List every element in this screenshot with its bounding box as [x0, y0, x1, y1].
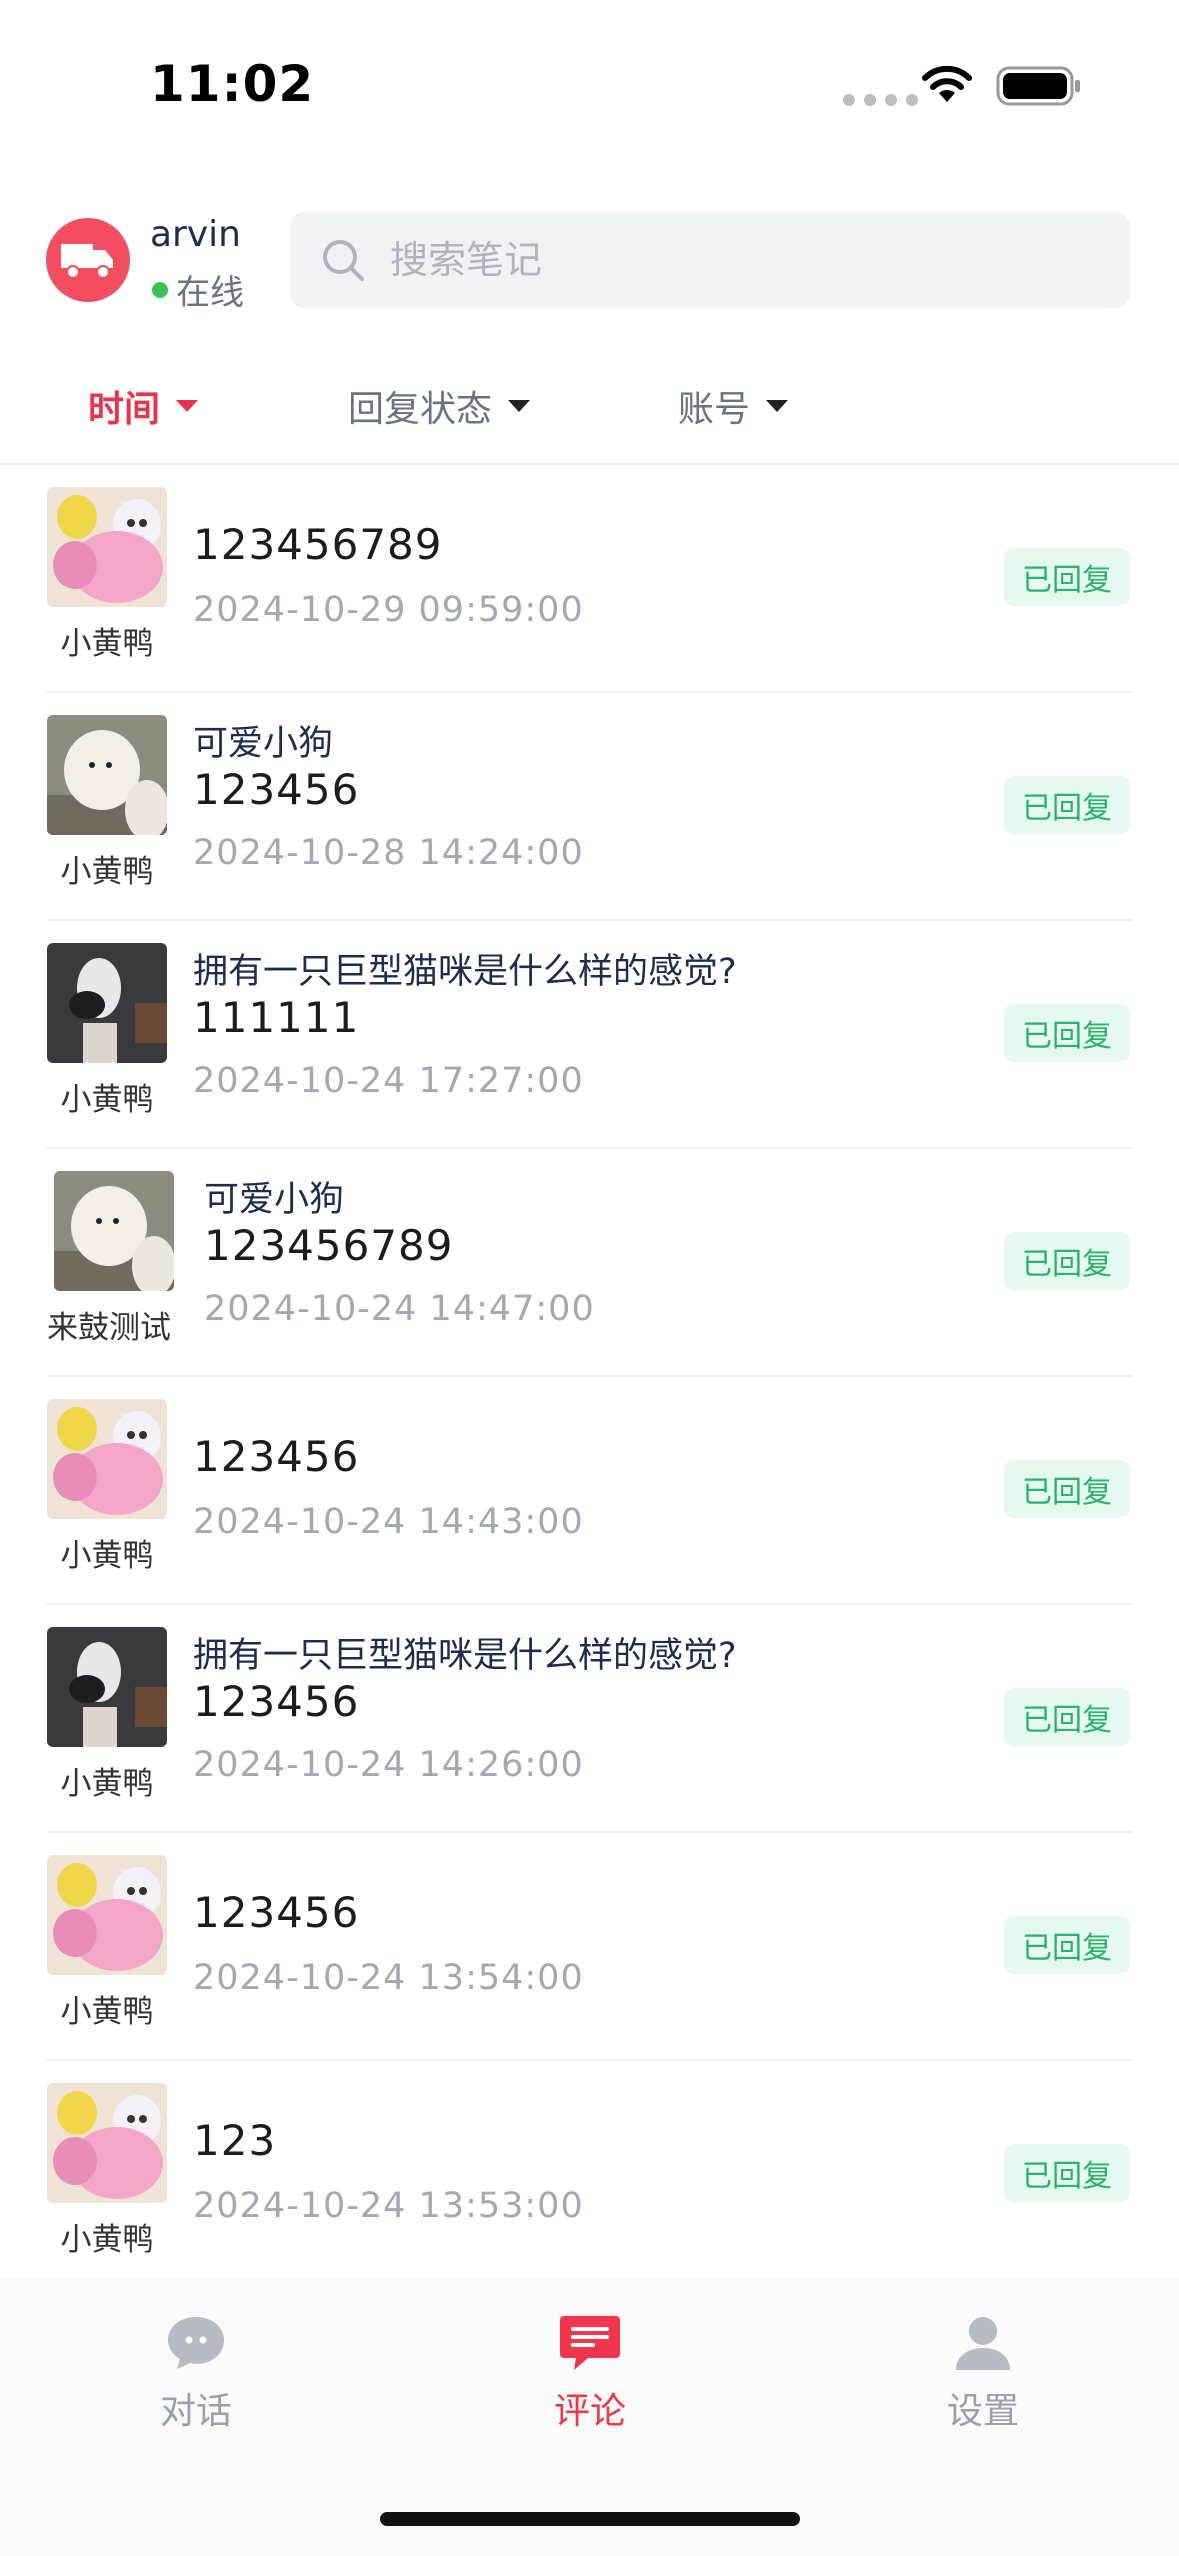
comment-time: 2024-10-24 14:47:00	[204, 1289, 595, 1329]
account-name: 小黄鸭	[60, 2222, 154, 2258]
account-name: 来鼓测试	[47, 1310, 171, 1346]
replied-badge: 已回复	[1004, 1004, 1130, 1062]
comment-time: 2024-10-28 14:24:00	[193, 833, 584, 873]
comment-row[interactable]: 小黄鸭 123 2024-10-24 13:53:00 已回复	[0, 2061, 1179, 2289]
tab-chat-label: 对话	[159, 2391, 232, 2432]
replied-badge: 已回复	[1004, 1916, 1130, 1974]
filter-account-label: 账号	[678, 389, 751, 430]
replied-badge: 已回复	[1004, 1232, 1130, 1290]
comment-list: 小黄鸭 123456789 2024-10-29 09:59:00 已回复 小黄…	[0, 465, 1179, 2289]
avatar[interactable]	[46, 218, 130, 302]
search-input[interactable]	[388, 237, 1092, 283]
replied-badge: 已回复	[1004, 2144, 1130, 2202]
comment-time: 2024-10-24 13:53:00	[193, 2186, 584, 2226]
comment-time: 2024-10-24 17:27:00	[193, 1061, 584, 1101]
note-thumbnail	[47, 1399, 167, 1519]
online-status: 在线	[152, 265, 244, 314]
wifi-icon	[922, 65, 972, 102]
comment-icon	[560, 2316, 620, 2370]
account-name: 小黄鸭	[60, 1766, 154, 1802]
comment-row[interactable]: 小黄鸭 可爱小狗 123456 2024-10-28 14:24:00 已回复	[0, 693, 1179, 921]
username: arvin	[150, 214, 241, 255]
delivery-truck-icon	[61, 244, 113, 279]
comment-row[interactable]: 小黄鸭 拥有一只巨型猫咪是什么样的感觉? 123456 2024-10-24 1…	[0, 1605, 1179, 1833]
comment-time: 2024-10-24 14:43:00	[193, 1502, 584, 1542]
replied-badge: 已回复	[1004, 1688, 1130, 1746]
caret-down-icon	[176, 400, 199, 412]
note-title: 拥有一只巨型猫咪是什么样的感觉?	[193, 952, 737, 992]
account-name: 小黄鸭	[60, 854, 154, 890]
comment-row[interactable]: 小黄鸭 123456 2024-10-24 13:54:00 已回复	[0, 1833, 1179, 2061]
filter-reply-status-label: 回复状态	[348, 389, 493, 430]
online-status-label: 在线	[176, 273, 244, 313]
filter-reply-status[interactable]: 回复状态	[348, 380, 531, 432]
comment-row[interactable]: 小黄鸭 123456789 2024-10-29 09:59:00 已回复	[0, 465, 1179, 693]
note-thumbnail	[47, 715, 167, 835]
comment-text: 123456	[193, 1432, 360, 1481]
account-name: 小黄鸭	[60, 626, 154, 662]
note-thumbnail	[47, 2083, 167, 2203]
filter-time[interactable]: 时间	[88, 380, 199, 432]
note-thumbnail	[47, 1627, 167, 1747]
replied-badge: 已回复	[1004, 776, 1130, 834]
comment-text: 123456	[193, 1888, 360, 1937]
caret-down-icon	[508, 400, 531, 412]
filter-bar: 时间 回复状态 账号	[0, 360, 1179, 450]
note-title: 可爱小狗	[204, 1180, 345, 1220]
battery-icon	[996, 66, 1080, 106]
filter-time-label: 时间	[88, 389, 161, 430]
status-time: 11:02	[150, 55, 315, 113]
comment-text: 123456	[193, 765, 360, 814]
search-box[interactable]	[290, 212, 1130, 308]
account-name: 小黄鸭	[60, 1994, 154, 2030]
comment-text: 123	[193, 2116, 277, 2165]
note-thumbnail	[47, 943, 167, 1063]
tab-settings[interactable]: 设置	[883, 2314, 1083, 2434]
comment-row[interactable]: 小黄鸭 拥有一只巨型猫咪是什么样的感觉? 111111 2024-10-24 1…	[0, 921, 1179, 1149]
chat-bubble-icon	[168, 2317, 224, 2369]
status-bar: 11:02	[0, 0, 1179, 170]
tab-chat[interactable]: 对话	[96, 2314, 296, 2434]
comment-text: 123456789	[193, 520, 443, 569]
caret-down-icon	[766, 400, 789, 412]
online-dot-icon	[152, 281, 168, 298]
comment-time: 2024-10-24 13:54:00	[193, 1958, 584, 1998]
note-thumbnail	[54, 1171, 174, 1291]
tab-comments[interactable]: 评论	[490, 2314, 690, 2434]
comment-text: 123456	[193, 1677, 360, 1726]
tab-settings-label: 设置	[946, 2391, 1019, 2432]
note-title: 拥有一只巨型猫咪是什么样的感觉?	[193, 1636, 737, 1676]
filter-account[interactable]: 账号	[678, 380, 789, 432]
note-thumbnail	[47, 487, 167, 607]
cellular-signal-icon	[843, 94, 918, 106]
comment-text: 111111	[193, 993, 360, 1042]
tab-comments-label: 评论	[553, 2391, 626, 2432]
replied-badge: 已回复	[1004, 548, 1130, 606]
comment-time: 2024-10-24 14:26:00	[193, 1745, 584, 1785]
comment-row[interactable]: 来鼓测试 可爱小狗 123456789 2024-10-24 14:47:00 …	[0, 1149, 1179, 1377]
comment-row[interactable]: 小黄鸭 123456 2024-10-24 14:43:00 已回复	[0, 1377, 1179, 1605]
search-icon	[323, 240, 364, 281]
note-title: 可爱小狗	[193, 724, 334, 764]
home-indicator	[380, 2512, 800, 2526]
comment-time: 2024-10-29 09:59:00	[193, 590, 584, 630]
person-icon	[956, 2317, 1010, 2370]
replied-badge: 已回复	[1004, 1460, 1130, 1518]
comment-text: 123456789	[204, 1221, 454, 1270]
account-name: 小黄鸭	[60, 1538, 154, 1574]
account-name: 小黄鸭	[60, 1082, 154, 1118]
header: arvin 在线	[0, 200, 1179, 320]
note-thumbnail	[47, 1855, 167, 1975]
